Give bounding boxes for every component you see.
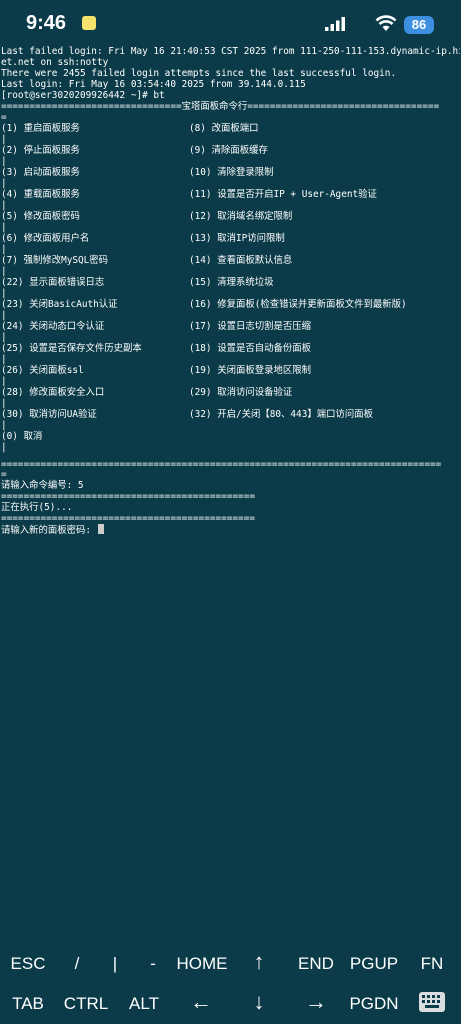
menu-option: (6) 修改面板用户名 xyxy=(1,233,90,244)
menu-separator-pipe: | xyxy=(1,200,7,211)
terminal-line: There were 2455 failed login attempts si… xyxy=(1,68,397,79)
menu-separator-pipe: | xyxy=(1,354,7,365)
menu-separator-pipe: | xyxy=(1,178,7,189)
menu-separator-pipe: | xyxy=(1,288,7,299)
key-left-arrow[interactable]: ← xyxy=(175,991,227,1013)
menu-option: (9) 清除面板缓存 xyxy=(189,145,268,156)
menu-bottom-bar: ========================================… xyxy=(1,459,442,470)
menu-option: (18) 设置是否自动备份面板 xyxy=(189,343,311,354)
key-home[interactable]: HOME xyxy=(176,954,228,974)
key-fn[interactable]: FN xyxy=(406,954,458,974)
menu-separator-pipe: | xyxy=(1,244,7,255)
key-down-arrow[interactable]: ↓ xyxy=(233,991,285,1013)
menu-separator-pipe: | xyxy=(1,442,7,453)
menu-option: (32) 开启/关闭【80、443】端口访问面板 xyxy=(189,409,373,420)
menu-option: (22) 显示面板错误日志 xyxy=(1,277,105,288)
menu-separator-pipe: | xyxy=(1,156,7,167)
key-end[interactable]: END xyxy=(290,954,342,974)
menu-option: (13) 取消IP访问限制 xyxy=(189,233,285,244)
key-ctrl[interactable]: CTRL xyxy=(60,994,112,1014)
menu-option: (15) 清理系统垃圾 xyxy=(189,277,274,288)
menu-option: (23) 关闭BasicAuth认证 xyxy=(1,299,118,310)
keyboard-icon[interactable] xyxy=(418,991,446,1013)
menu-option: (30) 取消访问UA验证 xyxy=(1,409,97,420)
menu-option: (11) 设置是否开启IP + User-Agent验证 xyxy=(189,189,377,200)
executing-status: 正在执行(5)... xyxy=(1,502,73,513)
menu-title-bar-continuation: = xyxy=(1,112,7,123)
separator-line: ========================================… xyxy=(1,491,255,502)
menu-separator-pipe: | xyxy=(1,376,7,387)
menu-option: (24) 关闭动态口令认证 xyxy=(1,321,105,332)
command-number-prompt: 请输入命令编号: 5 xyxy=(1,480,84,491)
key-pgdn[interactable]: PGDN xyxy=(348,994,400,1014)
menu-separator-pipe: | xyxy=(1,134,7,145)
menu-option: (5) 修改面板密码 xyxy=(1,211,80,222)
menu-separator-pipe: | xyxy=(1,420,7,431)
shell-prompt-line: [root@ser3020209926442 ~]# bt xyxy=(1,90,165,101)
key-tab[interactable]: TAB xyxy=(2,994,54,1014)
password-prompt: 请输入新的面板密码: xyxy=(1,525,97,534)
menu-separator-pipe: | xyxy=(1,332,7,343)
menu-separator-pipe: | xyxy=(1,398,7,409)
terminal-line: et.net on ssh:notty xyxy=(1,57,109,68)
termux-screen: 9:46 86 Last failed login: Fri May 16 21… xyxy=(0,0,461,1024)
menu-separator-pipe: | xyxy=(1,310,7,321)
menu-option: (17) 设置日志切割是否压缩 xyxy=(189,321,311,332)
menu-option: (29) 取消访问设备验证 xyxy=(189,387,293,398)
menu-option: (7) 强制修改MySQL密码 xyxy=(1,255,109,266)
cellular-signal-icon xyxy=(325,17,345,31)
menu-option: (8) 改面板端口 xyxy=(189,123,259,134)
terminal-output[interactable]: Last failed login: Fri May 16 21:40:53 C… xyxy=(1,44,460,534)
menu-option: (2) 停止面板服务 xyxy=(1,145,80,156)
notification-icon xyxy=(82,16,96,30)
key-up-arrow[interactable]: ↑ xyxy=(233,951,285,973)
key-right-arrow[interactable]: → xyxy=(290,991,342,1013)
terminal-line: Last failed login: Fri May 16 21:40:53 C… xyxy=(1,46,460,57)
menu-bottom-bar-continuation: = xyxy=(1,469,7,480)
password-prompt-line[interactable]: 请输入新的面板密码: xyxy=(1,524,104,534)
menu-option: (4) 重载面板服务 xyxy=(1,189,80,200)
key-pgup[interactable]: PGUP xyxy=(348,954,400,974)
menu-separator-pipe: | xyxy=(1,222,7,233)
menu-option: (14) 查看面板默认信息 xyxy=(189,255,293,266)
wifi-icon xyxy=(375,15,397,31)
menu-separator-pipe: | xyxy=(1,266,7,277)
menu-option: (25) 设置是否保存文件历史副本 xyxy=(1,343,142,354)
separator-line: ========================================… xyxy=(1,513,255,524)
menu-option: (16) 修复面板(检查错误并更新面板文件到最新版) xyxy=(189,299,407,310)
terminal-line: Last login: Fri May 16 03:54:40 2025 fro… xyxy=(1,79,306,90)
menu-option: (1) 重启面板服务 xyxy=(1,123,80,134)
menu-option: (12) 取消域名绑定限制 xyxy=(189,211,293,222)
key-esc[interactable]: ESC xyxy=(2,954,54,974)
status-bar: 9:46 86 xyxy=(0,0,461,44)
menu-option: (0) 取消 xyxy=(1,431,43,442)
menu-option: (3) 启动面板服务 xyxy=(1,167,80,178)
menu-option: (19) 关闭面板登录地区限制 xyxy=(189,365,311,376)
text-cursor xyxy=(97,524,104,534)
key-alt[interactable]: ALT xyxy=(118,994,170,1014)
clock: 9:46 xyxy=(26,12,67,34)
battery-indicator: 86 xyxy=(404,16,434,34)
menu-option: (28) 修改面板安全入口 xyxy=(1,387,105,398)
menu-option: (10) 清除登录限制 xyxy=(189,167,274,178)
menu-option: (26) 关闭面板ssl xyxy=(1,365,84,376)
key-dash[interactable]: - xyxy=(127,954,179,974)
menu-title-bar: ================================宝塔面板命令行=… xyxy=(1,101,440,112)
extra-keys-bar: ESC / | - HOME ↑ END PGUP FN TAB CTRL AL… xyxy=(0,941,461,1024)
